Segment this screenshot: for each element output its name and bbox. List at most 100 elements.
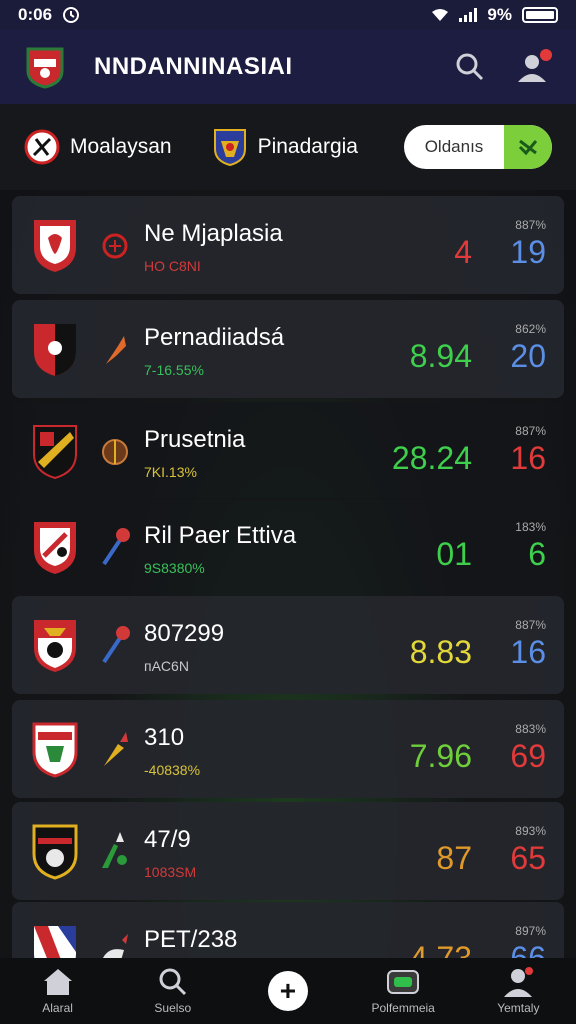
toggle-label: Oldanıs	[424, 137, 484, 156]
match-percent: 887%	[515, 424, 546, 438]
match-score: 8.94	[409, 338, 472, 374]
nav-add[interactable]: +	[238, 971, 338, 1011]
ball-icon	[102, 233, 128, 259]
team-b-label: Pinadargia	[257, 135, 358, 158]
match-percent: 893%	[515, 824, 546, 838]
match-title: 310	[144, 724, 185, 751]
filter-team-a[interactable]: Moalaysan	[24, 129, 172, 165]
match-percent: 183%	[515, 520, 546, 534]
list-item[interactable]: Ril Paer Ettiva 9S8380% 01 183% 6	[12, 498, 564, 596]
match-subtitle: 7KI.13%	[144, 464, 197, 480]
link-icon	[518, 139, 538, 156]
match-percent: 862%	[515, 322, 546, 336]
match-value: 19	[510, 234, 546, 270]
club-crest-icon	[33, 425, 77, 480]
club-crest-icon	[34, 620, 76, 672]
match-percent: 887%	[515, 218, 546, 232]
match-value: 20	[510, 338, 546, 374]
nav-home[interactable]: Alaral	[8, 967, 108, 1015]
match-title: Ril Paer Ettiva	[144, 522, 297, 549]
match-score: 87	[436, 840, 472, 876]
match-percent: 883%	[515, 722, 546, 736]
list-item[interactable]: Pernadiiadsá 7-16.55% 8.94 862% 20	[12, 300, 564, 398]
notification-dot	[540, 49, 552, 61]
status-time: 0:06	[18, 5, 53, 24]
team-b-crest-icon	[213, 129, 246, 167]
pin-icon	[102, 626, 130, 664]
team-a-crest-icon	[24, 129, 60, 165]
status-bar: 0:06 9%	[0, 0, 576, 30]
torch-icon	[104, 732, 128, 766]
list-item[interactable]: 47/9 1083SM 87 893% 65	[12, 802, 564, 900]
club-crest-icon	[34, 926, 76, 962]
battery-percent: 9%	[487, 5, 512, 24]
profile-icon	[504, 967, 534, 997]
match-title: 807299	[144, 620, 225, 647]
list-item[interactable]: 310 -40838% 7.96 883% 69	[12, 700, 564, 798]
match-title: Prusetnia	[144, 426, 246, 453]
match-score: 8.83	[409, 634, 472, 670]
club-crest-icon	[34, 220, 76, 272]
match-score: 28.24	[391, 440, 472, 476]
nav-home-label: Alaral	[42, 1001, 73, 1015]
match-title: Pernadiiadsá	[144, 324, 285, 351]
team-a-label: Moalaysan	[70, 135, 172, 158]
match-score: 7.96	[409, 738, 472, 774]
battery-icon	[522, 7, 558, 23]
nav-live[interactable]: Polfemmeia	[353, 967, 453, 1015]
tv-icon	[387, 970, 420, 994]
match-subtitle: 9S8380%	[144, 560, 205, 576]
pin-icon	[102, 528, 130, 566]
list-item[interactable]: PET/238 4 73 897% 66	[12, 902, 564, 962]
app-title: NNDANNINASIAI	[94, 53, 293, 80]
match-score: 4	[454, 234, 472, 270]
match-subtitle: HO C8NI	[144, 258, 201, 274]
alarm-icon	[63, 7, 80, 23]
match-title: 47/9	[144, 826, 191, 853]
club-crest-icon	[32, 824, 78, 880]
club-crest-icon	[34, 324, 76, 376]
nav-profile-label: Yemtaly	[497, 1001, 540, 1015]
trophy-icon	[102, 832, 127, 868]
search-icon	[456, 53, 484, 81]
home-icon	[43, 969, 72, 995]
match-subtitle: ᴨAC6N	[144, 658, 189, 674]
match-value: 16	[510, 440, 546, 476]
nav-search-label: Suelso	[154, 1001, 192, 1015]
signal-icon	[459, 8, 478, 22]
flame-icon	[106, 336, 126, 364]
list-item[interactable]: Ne Mjaplasia HO C8NI 4 887% 19	[12, 196, 564, 294]
bottom-nav: Alaral Suelso + Polfemmeia Yemtaly	[0, 958, 576, 1024]
match-percent: 897%	[515, 924, 546, 938]
match-subtitle: 1083SM	[144, 864, 197, 880]
app-screen: 0:06 9% NNDANNINASIAI Moalaysan Pinadarg…	[0, 0, 576, 1024]
club-crest-icon	[32, 722, 78, 778]
nav-live-label: Polfemmeia	[371, 1001, 435, 1015]
list-item[interactable]: 807299 ᴨAC6N 8.83 887% 16	[12, 596, 564, 694]
match-subtitle: -40838%	[144, 762, 201, 778]
notifications-button[interactable]	[512, 47, 552, 87]
filter-team-b[interactable]: Pinadargia	[212, 127, 358, 167]
ball-icon	[102, 439, 128, 465]
match-value: 65	[510, 840, 546, 876]
match-percent: 887%	[515, 618, 546, 632]
odds-toggle[interactable]: Oldanıs	[404, 125, 552, 169]
wifi-icon	[432, 9, 449, 21]
toggle-knob[interactable]	[504, 125, 552, 169]
search-icon	[159, 968, 186, 996]
plus-icon[interactable]: +	[267, 971, 308, 1011]
app-logo	[26, 47, 64, 89]
match-title: Ne Mjaplasia	[144, 220, 283, 247]
filter-row: Moalaysan Pinadargia Oldanıs	[0, 104, 576, 190]
search-button[interactable]	[450, 47, 490, 87]
nav-profile[interactable]: Yemtaly	[468, 967, 568, 1015]
app-header: NNDANNINASIAI	[0, 30, 576, 104]
nav-search[interactable]: Suelso	[123, 967, 223, 1015]
match-value: 69	[510, 738, 546, 774]
match-title: PET/238	[144, 926, 238, 953]
match-value: 6	[528, 536, 546, 572]
match-score: 01	[436, 536, 472, 572]
list-item[interactable]: Prusetnia 7KI.13% 28.24 887% 16	[12, 402, 564, 500]
match-value: 16	[510, 634, 546, 670]
club-crest-icon	[34, 522, 76, 574]
